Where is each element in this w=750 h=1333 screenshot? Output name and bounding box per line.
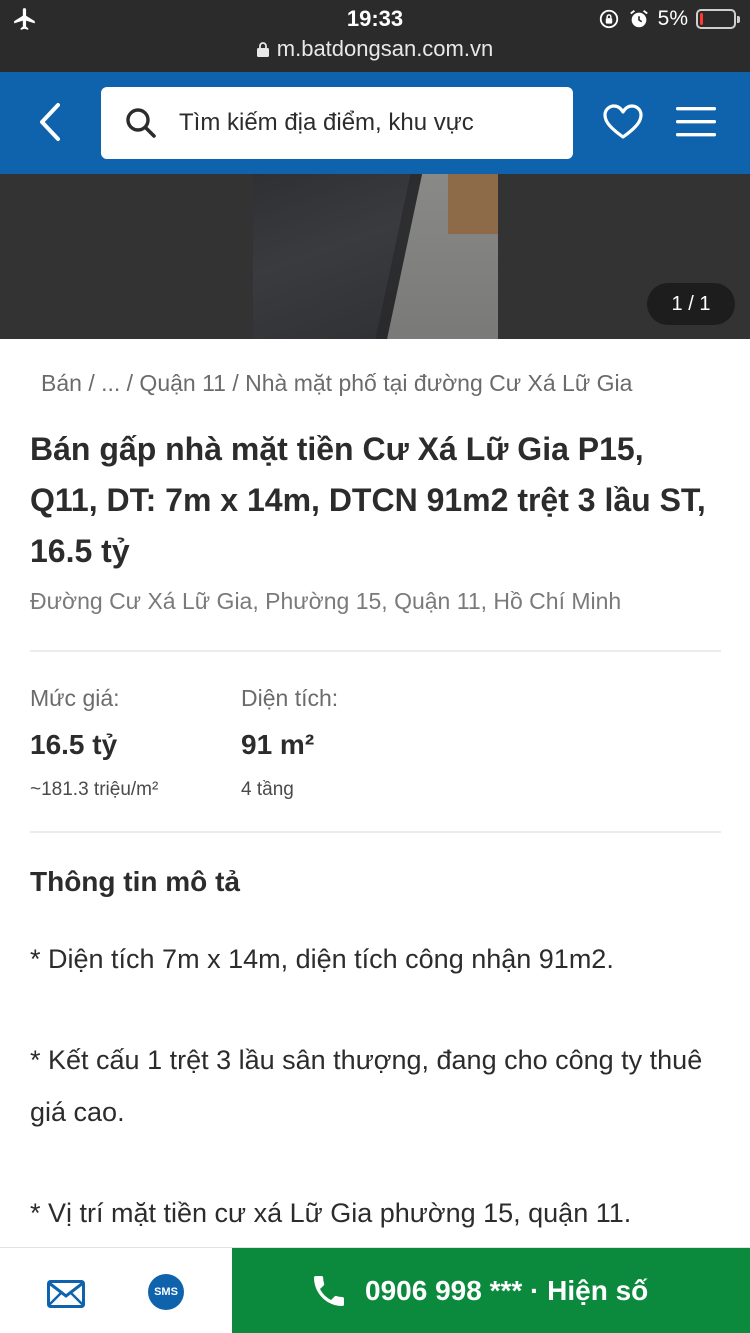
- rotation-lock-icon: [599, 9, 618, 29]
- floor-count: 4 tầng: [241, 779, 294, 800]
- status-bar: 19:33 5% m.batdongsan.com.vn: [0, 0, 750, 72]
- area-value: 91 m²: [241, 729, 315, 760]
- lock-icon: [256, 42, 269, 57]
- status-right: 5%: [598, 6, 740, 32]
- search-icon: [126, 108, 156, 138]
- search-placeholder: Tìm kiếm địa điểm, khu vực: [179, 109, 474, 136]
- divider: [30, 650, 721, 652]
- alarm-icon: [629, 10, 648, 28]
- battery-fill: [700, 13, 703, 25]
- breadcrumb[interactable]: Bán / ... / Quận 11 / Nhà mặt phố tại đư…: [41, 370, 632, 397]
- url-bar[interactable]: m.batdongsan.com.vn: [0, 36, 750, 62]
- description-title: Thông tin mô tả: [30, 866, 240, 897]
- phone-icon: [314, 1276, 344, 1306]
- sms-icon[interactable]: SMS: [148, 1274, 184, 1310]
- price-value: 16.5 tỷ: [30, 729, 118, 760]
- search-input[interactable]: Tìm kiếm địa điểm, khu vực: [101, 87, 573, 159]
- photo-counter: 1 / 1: [647, 283, 735, 325]
- url-text: m.batdongsan.com.vn: [276, 36, 494, 61]
- area-label: Diện tích:: [241, 685, 339, 711]
- heart-icon[interactable]: [603, 104, 643, 140]
- divider: [30, 831, 721, 833]
- app-header: Tìm kiếm địa điểm, khu vực: [0, 72, 750, 174]
- photo-gallery[interactable]: [0, 174, 750, 339]
- call-label: 0906 998 *** · Hiện số: [365, 1275, 649, 1306]
- description-paragraph: * Diện tích 7m x 14m, diện tích công nhậ…: [30, 944, 614, 974]
- battery-icon: [696, 9, 740, 29]
- back-icon[interactable]: [30, 99, 70, 145]
- description-paragraph: * Vị trí mặt tiền cư xá Lữ Gia phường 15…: [30, 1198, 632, 1228]
- call-button[interactable]: 0906 998 *** · Hiện số: [232, 1248, 750, 1333]
- listing-title: Bán gấp nhà mặt tiền Cư Xá Lữ Gia P15, Q…: [30, 431, 706, 569]
- battery-percent: 5%: [657, 7, 688, 30]
- bottom-action-bar: SMS 0906 998 *** · Hiện số: [0, 1247, 750, 1333]
- description-paragraph: * Kết cấu 1 trệt 3 lầu sân thượng, đang …: [30, 1045, 703, 1127]
- mail-icon[interactable]: [47, 1280, 85, 1308]
- price-per-m2: ~181.3 triệu/m²: [30, 779, 159, 800]
- price-label: Mức giá:: [30, 685, 120, 711]
- listing-photo[interactable]: [253, 174, 498, 339]
- menu-icon[interactable]: [676, 105, 716, 139]
- listing-address: Đường Cư Xá Lữ Gia, Phường 15, Quận 11, …: [30, 588, 622, 614]
